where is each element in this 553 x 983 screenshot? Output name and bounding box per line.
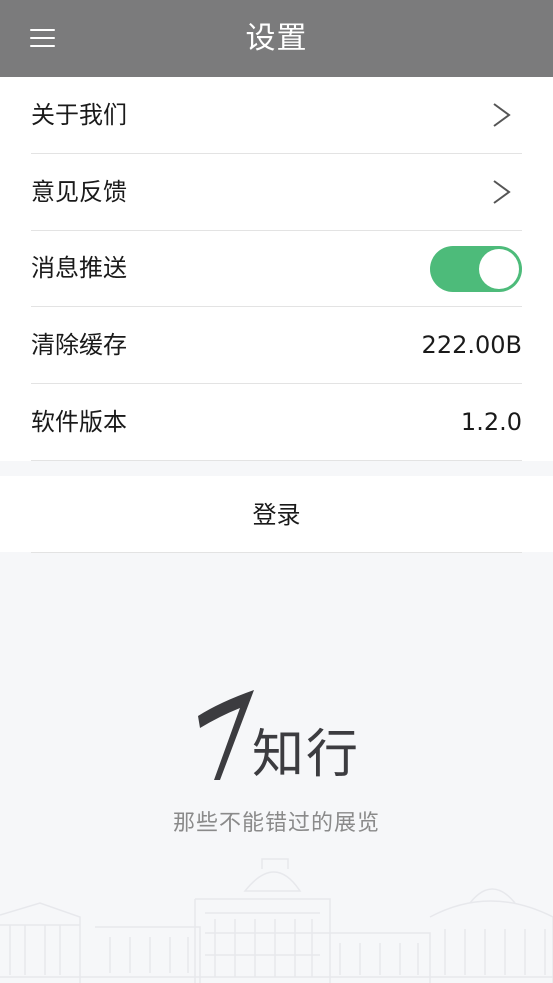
login-button[interactable]: 登录: [0, 476, 553, 552]
feedback-label: 意见反馈: [31, 178, 127, 206]
top-bar: 设置: [0, 0, 553, 77]
brand-tagline: 那些不能错过的展览: [172, 811, 380, 836]
clear-cache-label: 清除缓存: [31, 331, 127, 359]
divider: [31, 552, 522, 553]
version-value: 1.2.0: [460, 408, 522, 436]
chevron-right-icon: [493, 180, 511, 204]
building-skyline-illustration: [0, 858, 553, 983]
push-notification-label: 消息推送: [31, 254, 127, 282]
clear-cache-row[interactable]: 清除缓存 222.00B: [0, 307, 553, 384]
feedback-row[interactable]: 意见反馈: [0, 154, 553, 231]
divider: [31, 460, 522, 461]
page-title: 设置: [245, 21, 308, 56]
brand-name: 知行: [252, 725, 361, 785]
software-version-label: 软件版本: [31, 408, 127, 436]
login-label: 登录: [252, 501, 301, 529]
settings-list: 关于我们 意见反馈 消息推送 清除缓存 222.00B 软件版本 1.2.0: [0, 77, 553, 461]
push-notification-row: 消息推送: [0, 230, 553, 307]
software-version-row: 软件版本 1.2.0: [0, 384, 553, 461]
about-us-row[interactable]: 关于我们: [0, 77, 553, 154]
cache-size-value: 222.00B: [421, 331, 522, 359]
chevron-right-icon: [493, 103, 511, 127]
toggle-knob: [479, 249, 519, 289]
about-us-label: 关于我们: [31, 101, 127, 129]
push-notification-toggle[interactable]: [430, 246, 522, 292]
